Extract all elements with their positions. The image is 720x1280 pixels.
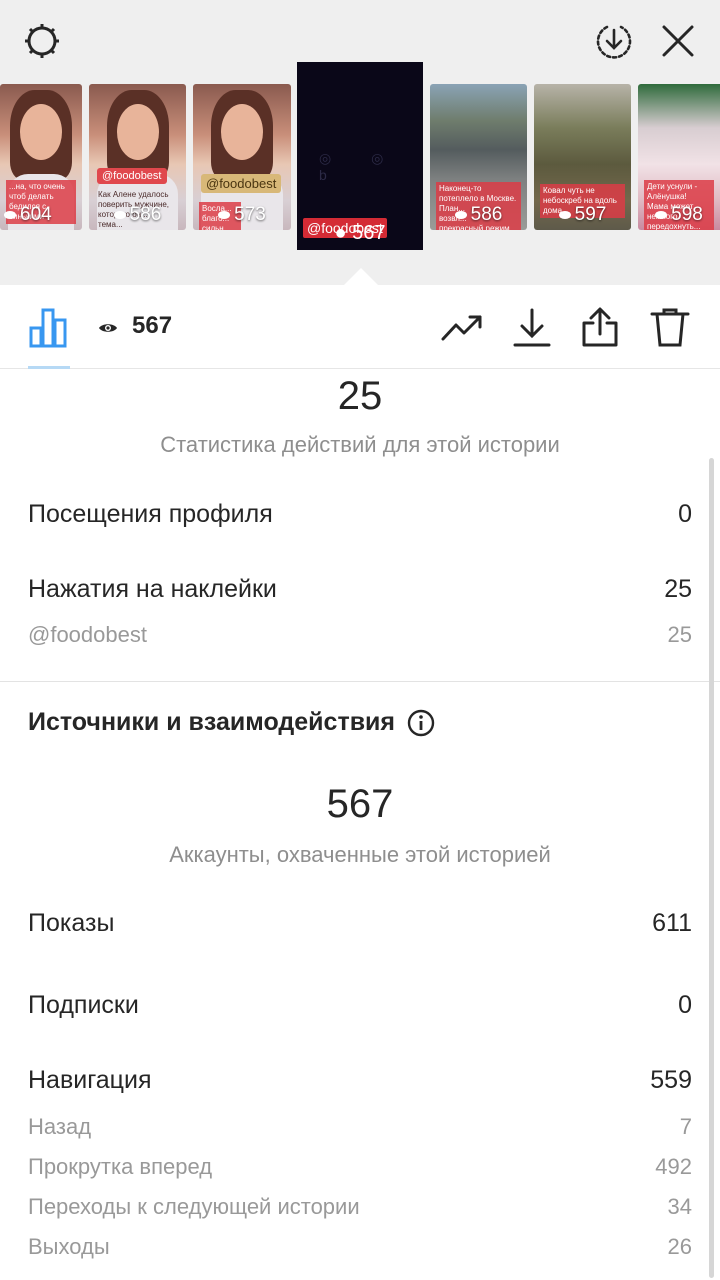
stat-subrow-exits: Выходы 26 xyxy=(28,1234,692,1260)
section-divider xyxy=(0,681,720,682)
story-viewer-header: ...на, что очень чтоб делать бедился с с… xyxy=(0,0,720,286)
download-icon[interactable] xyxy=(510,305,554,349)
active-tab-indicator xyxy=(28,366,70,369)
story-thumbnail[interactable]: @foodobest Восла... благо... сильн... ос… xyxy=(193,84,291,230)
stat-label: Посещения профиля xyxy=(28,500,273,528)
current-story-views: ● 567 xyxy=(334,222,386,244)
stat-label: Показы xyxy=(28,909,115,937)
stat-value: 7 xyxy=(679,1114,692,1139)
thumbnail-views: 598 xyxy=(638,204,720,226)
stat-subrow-next-story: Переходы к следующей истории 34 xyxy=(28,1194,692,1220)
scrollbar[interactable] xyxy=(709,458,714,1278)
stat-label: Выходы xyxy=(28,1234,110,1259)
stat-subrow-mention[interactable]: @foodobest 25 xyxy=(28,622,692,648)
thumbnail-views: 597 xyxy=(534,204,631,226)
stat-label: Навигация xyxy=(28,1066,152,1094)
stat-row-profile-visits: Посещения профиля 0 xyxy=(28,500,692,529)
reach-count: 567 xyxy=(326,782,394,826)
interactions-subtitle: Статистика действий для этой истории xyxy=(160,432,560,457)
stat-row-impressions: Показы 611 xyxy=(28,909,692,938)
stat-label: Переходы к следующей истории xyxy=(28,1194,360,1219)
story-thumbnail[interactable]: Ковал чуть не небоскреб на вдоль дома...… xyxy=(534,84,631,230)
stat-value: 25 xyxy=(664,575,692,603)
current-story-glyphs: ◎ ◎ b xyxy=(319,150,402,183)
story-thumbnail[interactable]: @foodobest Как Алене удалось поверить му… xyxy=(89,84,186,230)
eye-icon xyxy=(99,324,117,332)
stat-value: 26 xyxy=(667,1234,692,1259)
stat-value: 492 xyxy=(655,1154,692,1179)
thumbnail-views: 573 xyxy=(193,204,291,226)
stat-subrow-forward: Прокрутка вперед 492 xyxy=(28,1154,692,1180)
download-circle-icon[interactable] xyxy=(592,19,636,63)
stat-value: 611 xyxy=(652,909,692,937)
stat-subrow-back: Назад 7 xyxy=(28,1114,692,1140)
selection-pointer xyxy=(343,268,379,286)
thumbnail-tag: @foodobest xyxy=(97,168,167,184)
reach-subtitle: Аккаунты, охваченные этой историей xyxy=(169,842,551,867)
stat-value: 34 xyxy=(667,1194,692,1219)
thumbnail-views: 586 xyxy=(89,204,186,226)
stat-label: Подписки xyxy=(28,991,139,1019)
trending-up-icon[interactable] xyxy=(440,305,484,349)
close-icon[interactable] xyxy=(656,19,700,63)
story-thumbnail[interactable]: ...на, что очень чтоб делать бедился с с… xyxy=(0,84,82,230)
stat-label: Назад xyxy=(28,1114,92,1139)
thumbnail-views: 604 xyxy=(0,204,82,226)
stat-row-sticker-taps: Нажатия на наклейки 25 xyxy=(28,575,692,604)
stat-label: @foodobest xyxy=(28,622,147,647)
section-title-text: Источники и взаимодействия xyxy=(28,708,396,736)
viewer-count[interactable]: 567 xyxy=(132,312,172,340)
interactions-total: 25 xyxy=(337,374,383,418)
stat-row-navigation: Навигация 559 xyxy=(28,1066,692,1095)
trash-icon[interactable] xyxy=(648,305,692,349)
stat-label: Нажатия на наклейки xyxy=(28,575,277,603)
stat-value: 559 xyxy=(650,1066,692,1094)
stat-value: 25 xyxy=(667,622,692,647)
discovery-section-title: Источники и взаимодействия xyxy=(28,708,435,737)
stat-value: 0 xyxy=(678,500,692,528)
settings-gear-icon[interactable] xyxy=(20,19,64,63)
info-icon[interactable] xyxy=(407,709,435,737)
stat-value: 0 xyxy=(678,991,692,1019)
story-thumbnail[interactable]: Дети уснули - Алёнушка! Мама может немно… xyxy=(638,84,720,230)
thumbnail-tag: @foodobest xyxy=(201,174,282,193)
story-thumbnail[interactable]: Наконец-то потеплело в Москве. План... в… xyxy=(430,84,527,230)
stat-label: Прокрутка вперед xyxy=(28,1154,213,1179)
current-story-thumbnail[interactable]: ◎ ◎ b @foodobest ● 567 xyxy=(297,62,423,250)
share-icon[interactable] xyxy=(578,305,622,349)
thumbnail-views: 586 xyxy=(430,204,527,226)
bar-chart-icon[interactable] xyxy=(26,305,70,349)
stat-row-follows: Подписки 0 xyxy=(28,991,692,1020)
